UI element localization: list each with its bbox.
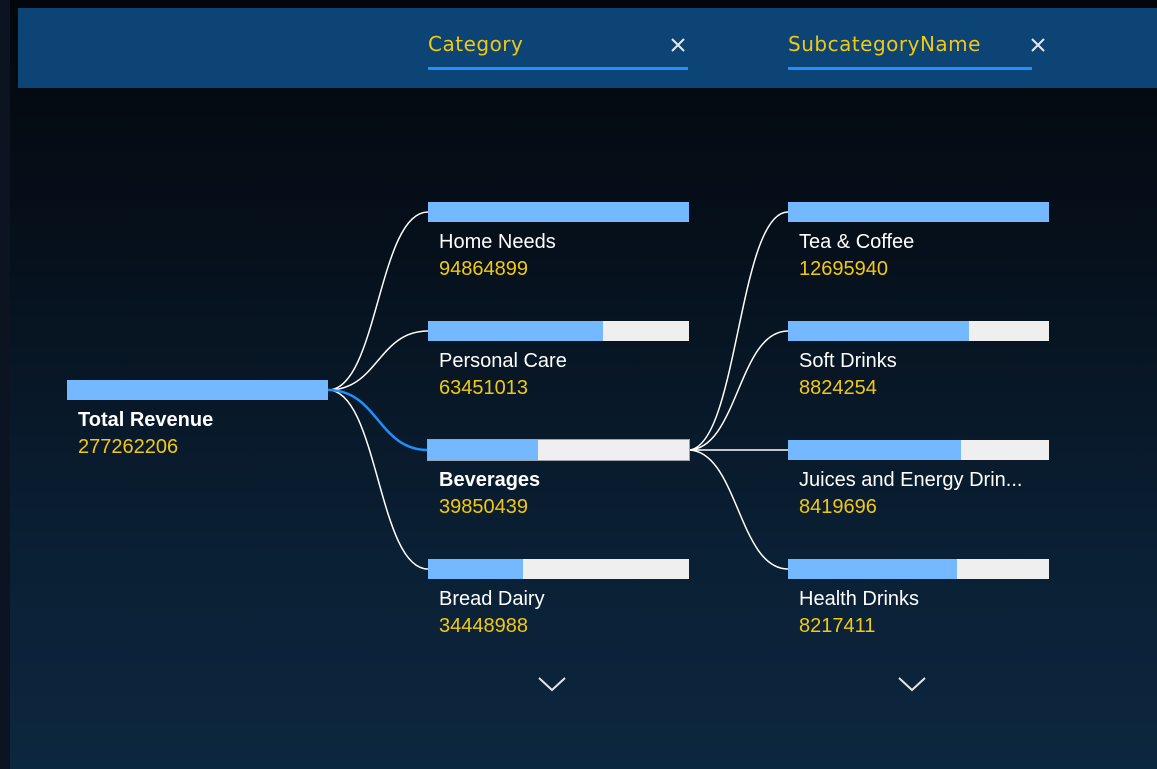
node-bar-fill bbox=[788, 559, 957, 579]
node-label: Tea & Coffee bbox=[799, 231, 915, 253]
level-header-category: Category bbox=[428, 28, 690, 72]
node-label: Soft Drinks bbox=[799, 350, 897, 372]
node-bar-fill bbox=[428, 559, 523, 579]
close-icon bbox=[671, 38, 685, 52]
level-title: Category bbox=[428, 32, 524, 56]
chevron-down-icon bbox=[538, 677, 566, 692]
connector-line bbox=[687, 330, 789, 451]
remove-level-button[interactable] bbox=[1027, 34, 1049, 56]
node-bar-track bbox=[788, 559, 1049, 579]
node-label: Home Needs bbox=[439, 231, 556, 253]
node-value: 12695940 bbox=[799, 258, 888, 280]
node-value: 39850439 bbox=[439, 496, 528, 518]
scroll-down-button[interactable] bbox=[896, 674, 928, 694]
connector-line-selected bbox=[327, 388, 429, 452]
chevron-down-icon bbox=[898, 677, 926, 692]
node-label: Beverages bbox=[439, 469, 541, 491]
node-bar-track bbox=[788, 440, 1049, 460]
node-label: Bread Dairy bbox=[439, 588, 545, 610]
node-bar-fill bbox=[788, 440, 962, 460]
node-value: 34448988 bbox=[439, 615, 528, 637]
node-value: 8419696 bbox=[799, 496, 877, 518]
connector-line bbox=[327, 389, 429, 570]
root-bar bbox=[67, 380, 328, 400]
level-underline bbox=[788, 67, 1032, 70]
node-bar-fill bbox=[428, 321, 603, 341]
node-bar-fill bbox=[428, 202, 689, 222]
node-bar-track bbox=[428, 202, 689, 222]
node-bar-track bbox=[428, 559, 689, 579]
node-label: Juices and Energy Drin... bbox=[799, 469, 1023, 491]
left-strip bbox=[0, 0, 10, 769]
scroll-down-button[interactable] bbox=[536, 674, 568, 694]
root-label: Total Revenue bbox=[78, 409, 214, 431]
root-value: 277262206 bbox=[78, 436, 179, 458]
node-value: 94864899 bbox=[439, 258, 528, 280]
level-title: SubcategoryName bbox=[788, 32, 981, 56]
node-bar-fill bbox=[788, 321, 970, 341]
node-bar-fill bbox=[788, 202, 1049, 222]
connector-line bbox=[327, 211, 429, 391]
node-label: Personal Care bbox=[439, 350, 567, 372]
node-bar-track bbox=[428, 440, 689, 460]
node-bar-track bbox=[788, 321, 1049, 341]
node-value: 8217411 bbox=[799, 615, 876, 637]
connector-line bbox=[327, 330, 429, 391]
node-label: Health Drinks bbox=[799, 588, 920, 610]
node-bar-fill bbox=[428, 440, 538, 460]
level-underline bbox=[428, 67, 688, 70]
connector-line bbox=[687, 211, 789, 451]
node-value: 8824254 bbox=[799, 377, 877, 399]
close-icon bbox=[1031, 38, 1045, 52]
remove-level-button[interactable] bbox=[667, 34, 689, 56]
node-bar-track bbox=[428, 321, 689, 341]
level-header-subcategory: SubcategoryName bbox=[788, 28, 1050, 72]
connector-line bbox=[687, 449, 789, 570]
node-value: 63451013 bbox=[439, 377, 528, 399]
node-bar-track bbox=[788, 202, 1049, 222]
